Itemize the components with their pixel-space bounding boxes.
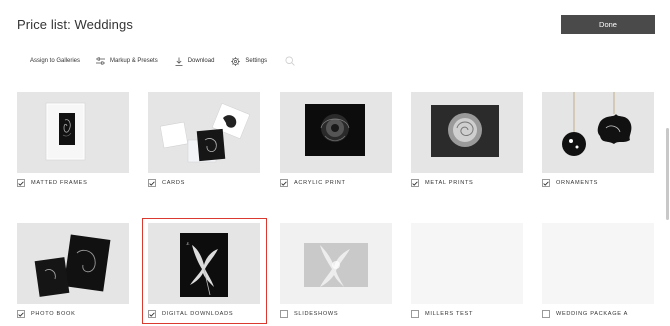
- wedding-package-a-checkbox[interactable]: [542, 310, 550, 318]
- product-tile-slideshows[interactable]: SLIDESHOWS: [280, 223, 392, 318]
- digital-downloads-checkbox[interactable]: [148, 310, 156, 318]
- ornaments-checkbox[interactable]: [542, 179, 550, 187]
- photo-book-label: PHOTO BOOK: [31, 311, 76, 317]
- assign-to-galleries-button[interactable]: Assign to Galleries: [30, 58, 80, 64]
- metal-prints-checkbox[interactable]: [411, 179, 419, 187]
- acrylic-print-thumbnail: [280, 92, 392, 173]
- scrollbar[interactable]: [666, 128, 669, 220]
- cards-label: CARDS: [162, 180, 186, 186]
- ornaments-label: ORNAMENTS: [556, 180, 599, 186]
- wedding-package-a-thumbnail: [542, 223, 654, 304]
- product-tile-photo-book[interactable]: PHOTO BOOK: [17, 223, 129, 318]
- digital-downloads-thumbnail: ⚓: [148, 223, 260, 304]
- gear-icon: [231, 56, 241, 66]
- photo-book-checkbox[interactable]: [17, 310, 25, 318]
- metal-prints-label: METAL PRINTS: [425, 180, 474, 186]
- product-tile-metal-prints[interactable]: METAL PRINTS: [411, 92, 523, 187]
- settings-label: Settings: [245, 58, 268, 64]
- product-tile-wedding-package-a[interactable]: WEDDING PACKAGE A: [542, 223, 654, 318]
- matted-frames-label: MATTED FRAMES: [31, 180, 88, 186]
- matted-frames-thumbnail: [17, 92, 129, 173]
- markup-presets-label: Markup & Presets: [110, 58, 158, 64]
- search-icon: [285, 56, 295, 66]
- product-tile-millers-test[interactable]: MILLERS TEST: [411, 223, 523, 318]
- metal-prints-thumbnail: [411, 92, 523, 173]
- wedding-package-a-label: WEDDING PACKAGE A: [556, 311, 629, 317]
- product-tile-ornaments[interactable]: ORNAMENTS: [542, 92, 654, 187]
- ornaments-thumbnail: [542, 92, 654, 173]
- cards-checkbox[interactable]: [148, 179, 156, 187]
- search-button[interactable]: [285, 56, 295, 66]
- slideshows-thumbnail: [280, 223, 392, 304]
- millers-test-label: MILLERS TEST: [425, 311, 474, 317]
- download-label: Download: [187, 58, 215, 64]
- page-title: Price list: Weddings: [17, 17, 133, 32]
- matted-frames-checkbox[interactable]: [17, 179, 25, 187]
- photo-book-thumbnail: [17, 223, 129, 304]
- slideshows-label: SLIDESHOWS: [294, 311, 339, 317]
- download-icon: [175, 57, 183, 66]
- millers-test-checkbox[interactable]: [411, 310, 419, 318]
- sliders-icon: [96, 57, 106, 65]
- product-tile-cards[interactable]: CARDS: [148, 92, 260, 187]
- product-tile-matted-frames[interactable]: MATTED FRAMES: [17, 92, 129, 187]
- assign-to-galleries-label: Assign to Galleries: [30, 58, 81, 64]
- markup-presets-button[interactable]: Markup & Presets: [96, 57, 158, 65]
- millers-test-thumbnail: [411, 223, 523, 304]
- acrylic-print-label: ACRYLIC PRINT: [294, 180, 346, 186]
- done-button[interactable]: Done: [561, 15, 655, 34]
- svg-text:⚓: ⚓: [186, 241, 190, 246]
- digital-downloads-label: DIGITAL DOWNLOADS: [162, 311, 234, 317]
- toolbar: Assign to Galleries Markup & Presets Dow…: [30, 54, 295, 68]
- settings-button[interactable]: Settings: [231, 56, 268, 66]
- product-tile-digital-downloads[interactable]: ⚓ DIGITAL DOWNLOADS: [148, 223, 260, 318]
- product-tile-acrylic-print[interactable]: ACRYLIC PRINT: [280, 92, 392, 187]
- acrylic-print-checkbox[interactable]: [280, 179, 288, 187]
- cards-thumbnail: [148, 92, 260, 173]
- download-button[interactable]: Download: [175, 57, 215, 66]
- slideshows-checkbox[interactable]: [280, 310, 288, 318]
